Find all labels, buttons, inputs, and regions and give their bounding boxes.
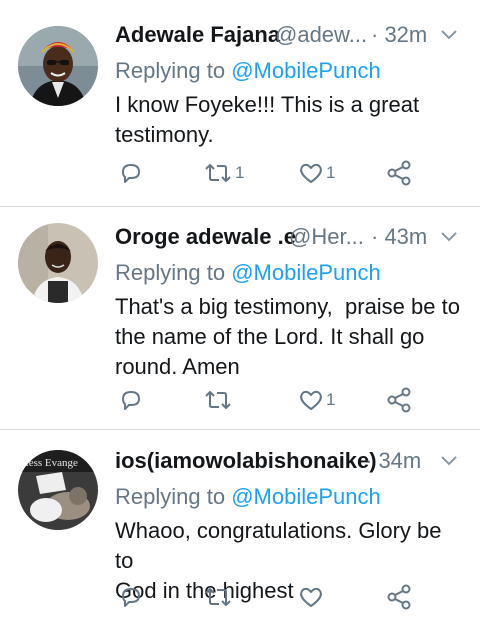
tweet-actions [115, 582, 415, 612]
reply-button[interactable] [119, 385, 143, 415]
tweet-text-line: round. Amen [115, 354, 240, 379]
author-handle[interactable]: @Her... [289, 224, 364, 250]
retweet-button[interactable]: 1 [203, 158, 244, 188]
retweet-count: 1 [235, 163, 245, 182]
like-button[interactable]: 1 [298, 158, 335, 188]
timestamp: · 43m [371, 224, 428, 249]
tweet-header: Oroge adewale .e @Her... · 43m [115, 222, 464, 256]
author-name[interactable]: Adewale Fajana [115, 22, 280, 48]
reply-button[interactable] [119, 158, 143, 188]
author-name[interactable]: ios(iamowolabishonaike) [115, 448, 377, 474]
avatar-caption: rless Evange [22, 457, 78, 469]
reply-icon [119, 388, 143, 412]
replying-to: Replying to @MobilePunch [115, 54, 464, 88]
tweet-content: Oroge adewale .e @Her... · 43m Replying … [115, 222, 464, 382]
heart-icon [298, 161, 324, 185]
like-count: 1 [326, 163, 336, 182]
tweet-text-line: That's a big testimony, praise be to [115, 294, 460, 319]
retweet-icon [203, 161, 233, 185]
heart-icon [298, 388, 324, 412]
author-handle[interactable]: @adew... [275, 22, 367, 48]
tweet[interactable]: Adewale Fajana @adew... · 32m Replying t… [0, 0, 480, 207]
replying-to: Replying to @MobilePunch [115, 480, 464, 514]
retweet-button[interactable] [203, 582, 233, 612]
share-button[interactable] [386, 582, 412, 612]
tweet-text-line: Whaoo, congratulations. Glory be to [115, 518, 442, 573]
chevron-down-icon[interactable] [440, 230, 458, 248]
like-button[interactable] [298, 582, 324, 612]
author-name[interactable]: Oroge adewale .e [115, 224, 296, 250]
replying-to-label: Replying to [115, 260, 232, 285]
chevron-down-icon[interactable] [440, 454, 458, 472]
tweet-text: That's a big testimony, praise be to the… [115, 292, 464, 382]
share-icon [386, 584, 412, 610]
tweet-text-line: I know Foyeke!!! This is a great [115, 92, 420, 117]
retweet-icon [203, 585, 233, 609]
retweet-icon [203, 388, 233, 412]
like-button[interactable]: 1 [298, 385, 335, 415]
tweet-text-line: testimony. [115, 122, 214, 147]
replying-to-label: Replying to [115, 484, 232, 509]
share-button[interactable] [386, 385, 412, 415]
reply-icon [119, 585, 143, 609]
tweet-content: Adewale Fajana @adew... · 32m Replying t… [115, 20, 464, 150]
timestamp: · 34m [365, 448, 422, 473]
share-button[interactable] [386, 158, 412, 188]
timestamp: · 32m [371, 22, 428, 47]
avatar[interactable]: rless Evange [18, 450, 98, 530]
tweet-text-line: the name of the Lord. It shall go [115, 324, 425, 349]
tweet[interactable]: Oroge adewale .e @Her... · 43m Replying … [0, 207, 480, 430]
replying-to-label: Replying to [115, 58, 232, 83]
reply-button[interactable] [119, 582, 143, 612]
mention-link[interactable]: @MobilePunch [231, 260, 381, 285]
heart-icon [298, 585, 324, 609]
replying-to: Replying to @MobilePunch [115, 256, 464, 290]
avatar[interactable] [18, 223, 98, 303]
tweet-text: I know Foyeke!!! This is a great testimo… [115, 90, 464, 150]
like-count: 1 [326, 390, 336, 409]
tweet-actions: 1 [115, 385, 415, 415]
mention-link[interactable]: @MobilePunch [231, 58, 381, 83]
chevron-down-icon[interactable] [440, 28, 458, 46]
avatar[interactable] [18, 26, 98, 106]
share-icon [386, 160, 412, 186]
share-icon [386, 387, 412, 413]
tweet-header: ios(iamowolabishonaike) · 34m [115, 446, 464, 480]
reply-feed: Adewale Fajana @adew... · 32m Replying t… [0, 0, 480, 617]
tweet[interactable]: rless Evange ios(iamowolabishonaike) · 3… [0, 430, 480, 617]
retweet-button[interactable] [203, 385, 233, 415]
tweet-header: Adewale Fajana @adew... · 32m [115, 20, 464, 54]
mention-link[interactable]: @MobilePunch [231, 484, 381, 509]
tweet-actions: 1 1 [115, 158, 415, 188]
reply-icon [119, 161, 143, 185]
